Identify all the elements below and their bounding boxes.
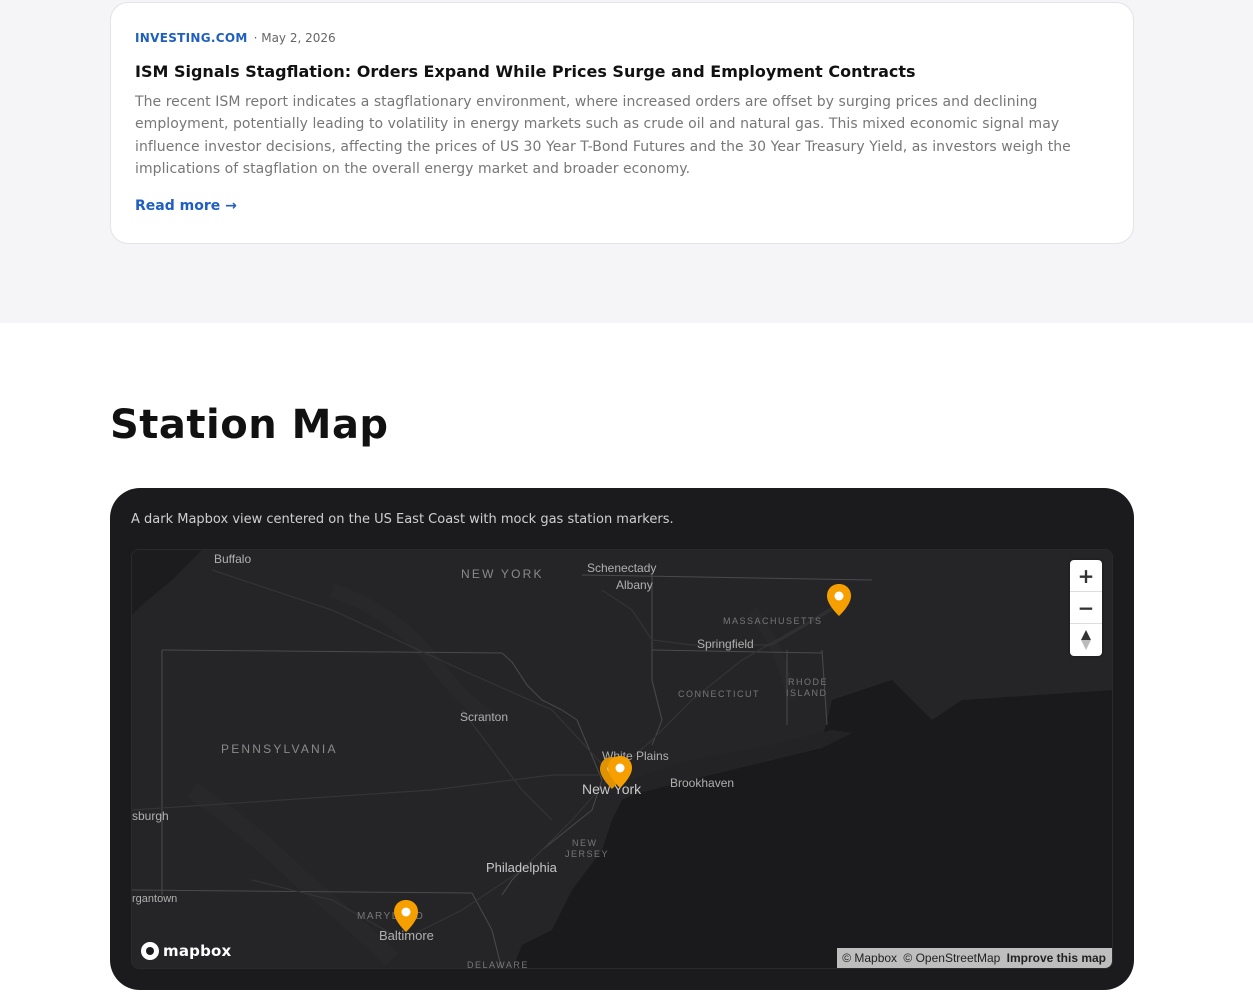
label-island: ISLAND: [786, 688, 828, 698]
news-meta: INVESTING.COM · May 2, 2026: [135, 29, 1109, 47]
label-delaware: DELAWARE: [467, 960, 529, 969]
news-section: INVESTING.COM · May 2, 2026 ISM Signals …: [0, 0, 1253, 323]
label-rhode: RHODE: [788, 677, 829, 687]
label-connecticut: CONNECTICUT: [678, 689, 760, 699]
map-canvas[interactable]: Buffalo NEW YORK Schenectady Albany MASS…: [131, 549, 1113, 969]
news-date: · May 2, 2026: [253, 31, 336, 45]
map-pin-icon[interactable]: [607, 755, 633, 789]
label-morgantown: rgantown: [132, 893, 178, 905]
mapbox-logo-icon: [141, 942, 159, 960]
map-pin-icon[interactable]: [826, 583, 852, 617]
news-source: INVESTING.COM: [135, 31, 248, 45]
map-pin-icon[interactable]: [393, 899, 419, 933]
compass-icon: [1081, 630, 1091, 650]
label-pittsburgh: sburgh: [132, 809, 169, 823]
map-attribution: © Mapbox © OpenStreetMap Improve this ma…: [837, 948, 1112, 968]
news-title: ISM Signals Stagflation: Orders Expand W…: [135, 62, 916, 81]
label-scranton: Scranton: [460, 710, 509, 724]
zoom-out-button[interactable]: −: [1070, 592, 1102, 624]
label-new-york-state: NEW YORK: [461, 567, 544, 581]
improve-map-link[interactable]: Improve this map: [1007, 951, 1106, 965]
attribution-osm-link[interactable]: © OpenStreetMap: [903, 951, 1000, 965]
attribution-mapbox-link[interactable]: © Mapbox: [842, 951, 897, 965]
label-schenectady: Schenectady: [587, 561, 657, 575]
label-springfield: Springfield: [697, 637, 754, 651]
label-albany: Albany: [616, 578, 653, 592]
label-buffalo: Buffalo: [214, 552, 252, 566]
mapbox-logo[interactable]: mapbox: [141, 942, 231, 960]
station-map-card: A dark Mapbox view centered on the US Ea…: [110, 488, 1134, 990]
zoom-in-button[interactable]: +: [1070, 560, 1102, 592]
map-description: A dark Mapbox view centered on the US Ea…: [131, 512, 674, 527]
section-title: Station Map: [110, 402, 389, 448]
compass-button[interactable]: [1070, 624, 1102, 656]
read-more-link[interactable]: Read more →: [135, 198, 237, 214]
news-summary: The recent ISM report indicates a stagfl…: [135, 94, 1071, 177]
label-new-jersey-1: NEW: [572, 838, 598, 848]
mapbox-logo-text: mapbox: [163, 942, 232, 960]
label-philadelphia: Philadelphia: [486, 860, 557, 875]
label-massachusetts: MASSACHUSETTS: [723, 616, 823, 626]
label-pennsylvania: PENNSYLVANIA: [221, 742, 338, 756]
label-new-jersey-2: JERSEY: [565, 849, 610, 859]
map-zoom-controls: + −: [1070, 560, 1102, 656]
label-brookhaven: Brookhaven: [670, 776, 735, 790]
news-card: INVESTING.COM · May 2, 2026 ISM Signals …: [110, 2, 1134, 244]
